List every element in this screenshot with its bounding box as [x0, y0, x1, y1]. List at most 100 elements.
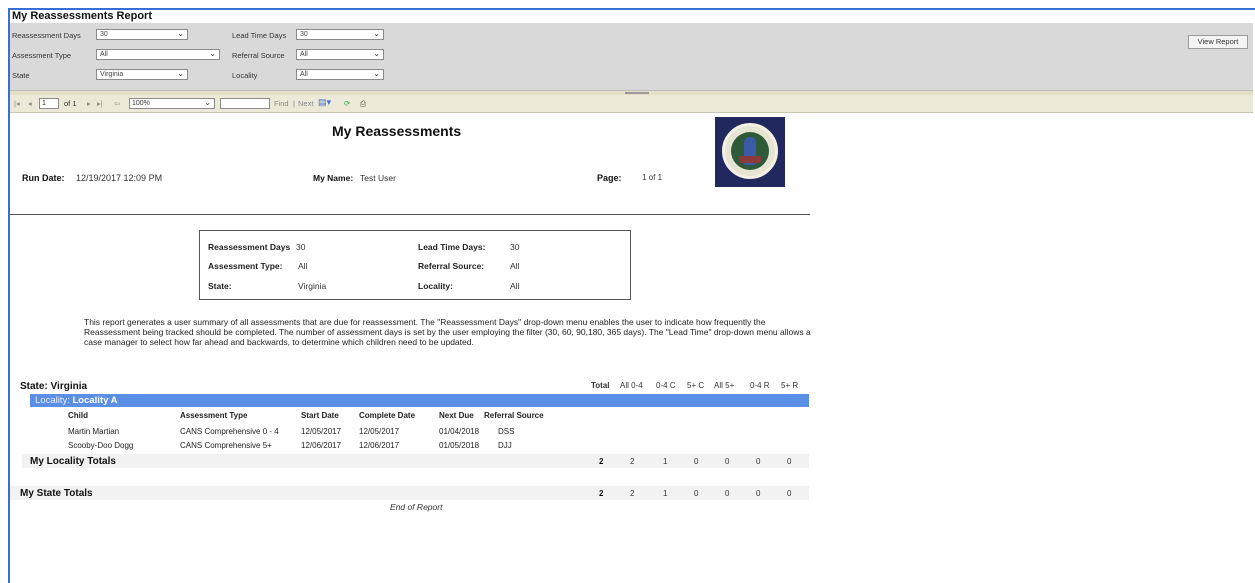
summary-header-0-4-c: 0-4 C [656, 381, 676, 390]
header-divider [10, 214, 810, 215]
summary-header-5-r: 5+ R [781, 381, 799, 390]
table-cell-assessment-type: CANS Comprehensive 5+ [180, 441, 272, 450]
locality-name: Locality A [72, 395, 118, 406]
locality-0-4-c-value: 1 [663, 457, 668, 466]
run-date-label: Run Date: [22, 173, 65, 183]
box-reassessment-days-value: 30 [296, 242, 306, 252]
find-next-link[interactable]: Next [298, 99, 313, 108]
locality-label: Locality [232, 71, 258, 80]
view-report-button[interactable]: View Report [1188, 35, 1248, 49]
column-header-referral-source: Referral Source [484, 411, 544, 420]
chevron-down-icon: ⌄ [373, 69, 380, 78]
chevron-down-icon: ⌄ [177, 29, 184, 38]
box-assessment-type-label: Assessment Type: [208, 261, 283, 271]
box-assessment-type-value: All [298, 261, 308, 271]
locality-value: All [300, 71, 308, 78]
locality-select[interactable]: All ⌄ [296, 69, 384, 80]
column-header-next-due: Next Due [439, 411, 474, 420]
print-icon[interactable]: ⎙ [360, 99, 366, 109]
last-page-icon[interactable]: ▸| [97, 99, 103, 108]
find-text-input[interactable] [220, 98, 270, 109]
parameter-panel: Reassessment Days 30 ⌄ Lead Time Days 30… [10, 23, 1253, 91]
locality-group-header: Locality: Locality A [30, 394, 809, 407]
assessment-type-value: All [100, 51, 108, 58]
refresh-icon[interactable]: ⟳ [344, 99, 350, 108]
table-cell-assessment-type: CANS Comprehensive 0 - 4 [180, 427, 279, 436]
column-header-start-date: Start Date [301, 411, 339, 420]
table-cell-referral-source: DJJ [498, 441, 512, 450]
column-header-child: Child [68, 411, 88, 420]
reassessment-days-label: Reassessment Days [12, 31, 81, 40]
summary-header-total: Total [591, 381, 610, 390]
chevron-down-icon: ⌄ [209, 49, 216, 58]
box-lead-time-value: 30 [510, 242, 520, 252]
parameter-summary-box: Reassessment Days 30 Lead Time Days: 30 … [199, 230, 631, 300]
prev-page-icon[interactable]: ◂ [28, 99, 32, 108]
lead-time-days-label: Lead Time Days [232, 31, 287, 40]
table-cell-next-due: 01/04/2018 [439, 427, 480, 436]
summary-header-5-c: 5+ C [687, 381, 705, 390]
next-page-icon[interactable]: ▸ [87, 99, 91, 108]
report-description: This report generates a user summary of … [84, 317, 811, 347]
find-link[interactable]: Find [274, 99, 289, 108]
state-all-5-value: 0 [725, 489, 730, 498]
table-cell-child: Martin Martian [68, 427, 120, 436]
chevron-down-icon: ⌄ [177, 69, 184, 78]
zoom-select[interactable]: 100% ⌄ [129, 98, 215, 109]
state-totals-row: My State Totals 2 2 1 0 0 0 0 [10, 486, 809, 500]
summary-header-0-4-r: 0-4 R [750, 381, 770, 390]
report-toolbar: |◂ ◂ 1 of 1 ▸ ▸| ⇦ 100% ⌄ Find | Next ▤▾… [10, 95, 1253, 113]
run-date-value: 12/19/2017 12:09 PM [76, 173, 163, 183]
box-locality-label: Locality: [418, 281, 453, 291]
box-lead-time-label: Lead Time Days: [418, 242, 486, 252]
page-value: 1 of 1 [642, 173, 663, 182]
summary-header-all-0-4: All 0-4 [620, 381, 643, 390]
report-body: My Reassessments Run Date: 12/19/2017 12… [10, 113, 1253, 583]
locality-prefix: Locality: [35, 395, 70, 406]
referral-source-select[interactable]: All ⌄ [296, 49, 384, 60]
locality-total-value: 2 [599, 457, 604, 466]
table-cell-start-date: 12/06/2017 [301, 441, 342, 450]
assessment-type-select[interactable]: All ⌄ [96, 49, 220, 60]
export-icon[interactable]: ▤▾ [318, 97, 331, 108]
table-cell-referral-source: DSS [498, 427, 515, 436]
table-cell-complete-date: 12/05/2017 [359, 427, 400, 436]
locality-all-0-4-value: 2 [630, 457, 635, 466]
state-totals-label: My State Totals [20, 488, 93, 499]
state-5-r-value: 0 [787, 489, 792, 498]
locality-5-c-value: 0 [694, 457, 699, 466]
locality-5-r-value: 0 [787, 457, 792, 466]
page-of-label: of 1 [64, 99, 77, 108]
state-label: State [12, 71, 30, 80]
referral-source-value: All [300, 51, 308, 58]
state-0-4-r-value: 0 [756, 489, 761, 498]
column-header-complete-date: Complete Date [359, 411, 416, 420]
box-reassessment-days-label: Reassessment Days [208, 242, 291, 252]
box-state-value: Virginia [298, 281, 327, 291]
column-header-assessment-type: Assessment Type [180, 411, 248, 420]
find-separator: | [293, 99, 295, 108]
locality-all-5-value: 0 [725, 457, 730, 466]
first-page-icon[interactable]: |◂ [14, 99, 20, 108]
lead-time-days-select[interactable]: 30 ⌄ [296, 29, 384, 40]
referral-source-label: Referral Source [232, 51, 285, 60]
state-all-0-4-value: 2 [630, 489, 635, 498]
locality-title: Locality: Locality A [35, 395, 118, 406]
page-number-input[interactable]: 1 [39, 98, 59, 109]
locality-totals-row: My Locality Totals 2 2 1 0 0 0 0 [22, 454, 809, 468]
state-select[interactable]: Virginia ⌄ [96, 69, 188, 80]
locality-0-4-r-value: 0 [756, 457, 761, 466]
state-5-c-value: 0 [694, 489, 699, 498]
back-icon[interactable]: ⇦ [114, 99, 120, 108]
splitter-grip-icon[interactable] [625, 92, 649, 94]
table-cell-next-due: 01/05/2018 [439, 441, 480, 450]
page-label: Page: [597, 173, 622, 183]
chevron-down-icon: ⌄ [204, 98, 211, 107]
table-cell-child: Scooby-Doo Dogg [68, 441, 134, 450]
box-referral-source-label: Referral Source: [418, 261, 485, 271]
window-title: My Reassessments Report [12, 10, 153, 22]
reassessment-days-select[interactable]: 30 ⌄ [96, 29, 188, 40]
report-title: My Reassessments [332, 123, 462, 139]
lead-time-days-value: 30 [300, 31, 308, 38]
chevron-down-icon: ⌄ [373, 29, 380, 38]
